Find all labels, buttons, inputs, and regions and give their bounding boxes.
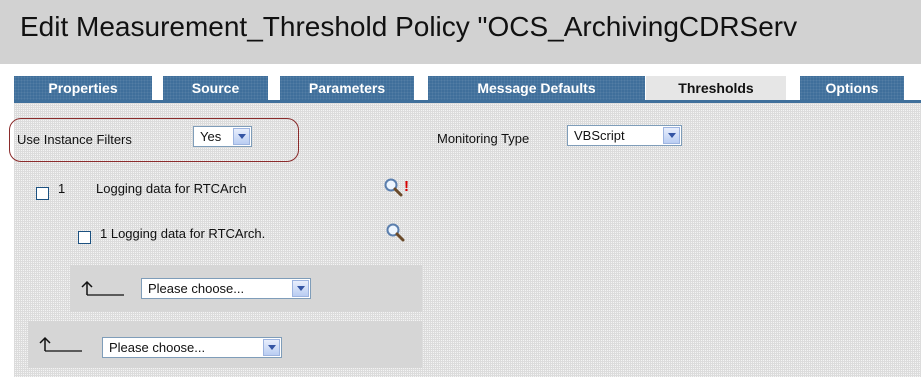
chevron-down-icon[interactable]	[233, 128, 250, 145]
chevron-down-icon[interactable]	[663, 127, 680, 144]
tab-message-defaults[interactable]: Message Defaults	[428, 76, 645, 100]
use-instance-filters-label: Use Instance Filters	[17, 132, 132, 147]
row-1-number: 1	[58, 181, 66, 196]
top-please-choose-value: Please choose...	[109, 340, 206, 355]
chevron-down-icon[interactable]	[263, 339, 280, 356]
row-2-checkbox[interactable]	[78, 231, 91, 244]
magnifier-icon[interactable]	[385, 222, 405, 242]
tab-parameters[interactable]: Parameters	[280, 76, 414, 100]
return-arrow-icon	[39, 336, 82, 352]
monitoring-type-value: VBScript	[574, 128, 625, 143]
monitoring-type-select[interactable]: VBScript	[567, 125, 682, 146]
error-indicator: !	[404, 178, 409, 195]
tab-source[interactable]: Source	[163, 76, 268, 100]
top-please-choose-select[interactable]: Please choose...	[102, 337, 282, 358]
monitoring-type-label: Monitoring Type	[437, 131, 530, 146]
page-title: Edit Measurement_Threshold Policy "OCS_A…	[20, 11, 798, 42]
row-2-label[interactable]: 1 Logging data for RTCArch.	[100, 226, 265, 241]
row-1-label[interactable]: Logging data for RTCArch	[96, 181, 247, 196]
tab-options[interactable]: Options	[800, 76, 904, 100]
tab-properties[interactable]: Properties	[14, 76, 152, 100]
return-arrow-icon	[81, 280, 124, 296]
row-1-checkbox[interactable]	[36, 187, 49, 200]
chevron-down-icon[interactable]	[292, 280, 309, 297]
title-bar: Edit Measurement_Threshold Policy "OCS_A…	[0, 0, 921, 64]
use-instance-filters-value: Yes	[200, 129, 222, 144]
nested-please-choose-value: Please choose...	[148, 281, 245, 296]
use-instance-filters-select[interactable]: Yes	[193, 126, 252, 147]
tab-thresholds[interactable]: Thresholds	[646, 76, 786, 100]
nested-please-choose-select[interactable]: Please choose...	[141, 278, 311, 299]
magnifier-icon[interactable]	[383, 177, 403, 197]
tab-strip: Properties Source Parameters Message Def…	[14, 76, 921, 100]
